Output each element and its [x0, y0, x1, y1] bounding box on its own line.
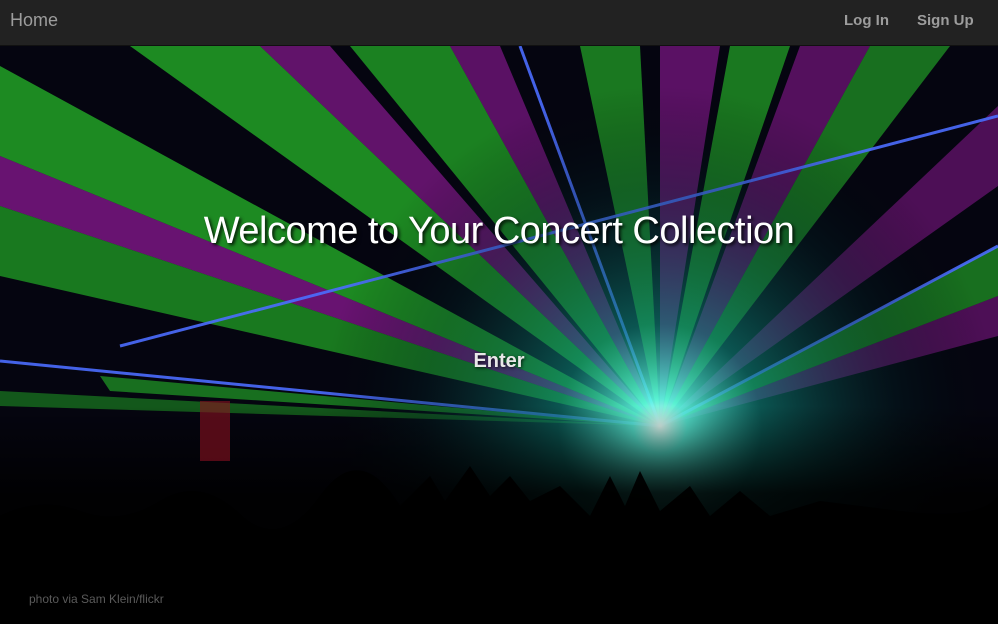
home-link[interactable]: Home: [10, 10, 58, 30]
page-title: Welcome to Your Concert Collection: [203, 210, 795, 252]
enter-button[interactable]: Enter: [0, 350, 998, 373]
top-navbar: Home Log In Sign Up: [0, 0, 998, 46]
photo-credit: photo via Sam Klein/flickr: [29, 592, 164, 606]
hero-background-image: [0, 46, 998, 624]
log-in-link[interactable]: Log In: [844, 12, 889, 30]
landing-page: Home Log In Sign Up Welcome to Your Conc…: [0, 0, 998, 624]
sign-up-link[interactable]: Sign Up: [917, 12, 974, 30]
